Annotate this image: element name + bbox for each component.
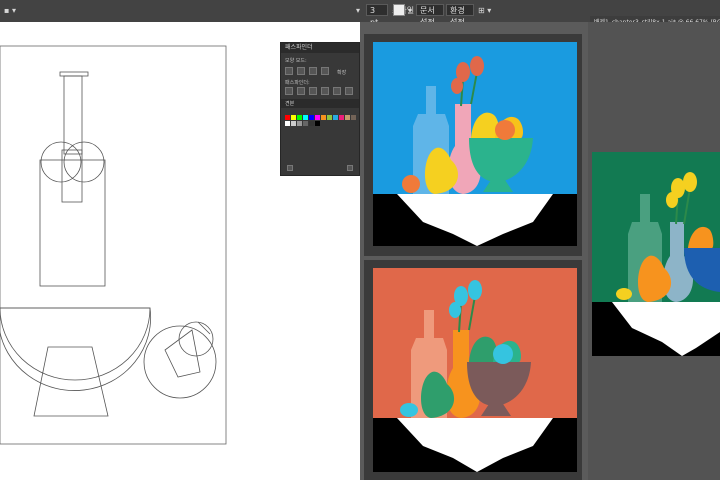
swatch-library-icon[interactable] (287, 165, 293, 171)
outline-button[interactable] (333, 87, 341, 95)
color-swatch[interactable] (327, 115, 332, 120)
color-swatch[interactable] (297, 115, 302, 120)
color-swatch[interactable] (303, 121, 308, 126)
document-setup-button[interactable]: 문서 설정 (416, 4, 444, 27)
swatch-grid[interactable] (285, 115, 357, 129)
unite-button[interactable] (285, 67, 293, 75)
shape-modes-label: 모양 모드: (285, 58, 307, 64)
pathfinders-label: 패스파인더: (285, 80, 310, 86)
merge-button[interactable] (309, 87, 317, 95)
minus-back-button[interactable] (345, 87, 353, 95)
panel-title[interactable]: 패스파인더 (281, 43, 359, 53)
color-swatch[interactable] (339, 115, 344, 120)
divide-button[interactable] (285, 87, 293, 95)
style-dropdown-icon[interactable]: ▾ (408, 4, 412, 17)
color-swatch[interactable] (297, 121, 302, 126)
artwork-blue-variant[interactable] (373, 42, 577, 246)
color-swatch[interactable] (303, 115, 308, 120)
arrange-icon[interactable]: ⊞ ▾ (478, 4, 491, 17)
color-swatch[interactable] (351, 115, 356, 120)
still-life-orange (373, 268, 577, 472)
color-swatch[interactable] (291, 115, 296, 120)
artwork-green-variant[interactable] (592, 152, 720, 356)
artwork-orange-variant[interactable] (373, 268, 577, 472)
color-swatch[interactable] (285, 121, 290, 126)
still-life-green (592, 152, 720, 356)
preferences-button[interactable]: 환경 설정 (446, 4, 474, 27)
color-swatch[interactable] (315, 121, 320, 126)
delete-swatch-icon[interactable] (347, 165, 353, 171)
color-swatch[interactable] (309, 115, 314, 120)
color-swatch[interactable] (285, 115, 290, 120)
stroke-size-field[interactable]: 3 pt (366, 4, 388, 27)
swatches-title[interactable]: 견본 (285, 100, 294, 107)
pathfinder-panel[interactable]: 패스파인더 모양 모드: 확장 패스파인더: 견본 (280, 42, 360, 176)
crop-button[interactable] (321, 87, 329, 95)
color-swatch[interactable] (345, 115, 350, 120)
exclude-button[interactable] (321, 67, 329, 75)
intersect-button[interactable] (309, 67, 317, 75)
color-swatch[interactable] (315, 115, 320, 120)
trim-button[interactable] (297, 87, 305, 95)
color-swatch[interactable] (291, 121, 296, 126)
tool-indicator[interactable]: ▪ ▾ (4, 4, 16, 17)
color-swatch[interactable] (333, 115, 338, 120)
still-life-blue (373, 42, 577, 246)
color-swatch[interactable] (309, 121, 314, 126)
stroke-dropdown-icon[interactable]: ▾ (356, 4, 360, 17)
expand-button[interactable]: 확장 (337, 69, 346, 76)
color-swatch[interactable] (321, 115, 326, 120)
minus-front-button[interactable] (297, 67, 305, 75)
style-swatch[interactable] (393, 4, 405, 16)
